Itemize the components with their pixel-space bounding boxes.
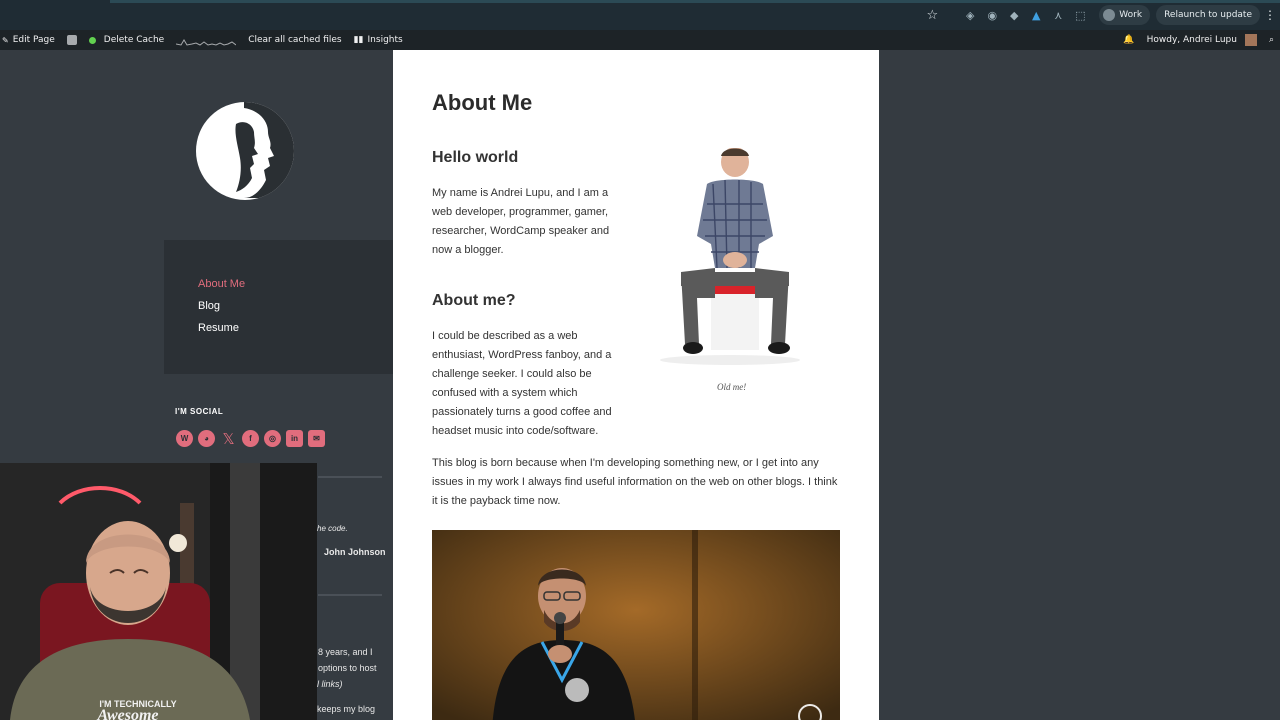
heading-about-me: About me? bbox=[432, 292, 516, 309]
delete-cache-link[interactable]: Delete Cache bbox=[83, 30, 170, 50]
toolbar-actions: ☆ ◈ ◉ ◆ ▲ ⋏ ⬚ Work Relaunch to update ⋮ bbox=[921, 0, 1280, 30]
cache-status-dot-icon bbox=[88, 36, 96, 44]
yoast-seo-menu[interactable] bbox=[61, 30, 83, 50]
sidebar-divider bbox=[318, 594, 382, 596]
insights-link[interactable]: ▮▮ Insights bbox=[348, 30, 409, 50]
pencil-icon: ✎ bbox=[2, 35, 9, 45]
image-caption: Old me! bbox=[717, 382, 747, 392]
wp-admin-bar: ✎ Edit Page Delete Cache Clear all cache… bbox=[0, 30, 1280, 50]
menu-item-about-me[interactable]: About Me bbox=[198, 278, 245, 290]
profile-label: Work bbox=[1119, 10, 1143, 20]
browser-toolbar: ☆ ◈ ◉ ◆ ▲ ⋏ ⬚ Work Relaunch to update ⋮ bbox=[0, 0, 1280, 30]
webcam-feed: I'M TECHNICALLY Awesome bbox=[0, 463, 317, 720]
performance-sparkline bbox=[170, 30, 242, 50]
profile-silhouette-logo-icon bbox=[235, 102, 294, 198]
bookmark-star-icon[interactable]: ☆ bbox=[921, 0, 943, 30]
extension-icon[interactable]: ◉ bbox=[981, 0, 1003, 30]
page-title: About Me bbox=[432, 90, 533, 115]
delete-cache-label: Delete Cache bbox=[103, 35, 165, 45]
sidebar-text-line: l links) bbox=[317, 679, 343, 689]
yoast-icon bbox=[66, 35, 77, 45]
edit-page-link[interactable]: ✎ Edit Page bbox=[0, 30, 61, 50]
edit-page-label: Edit Page bbox=[12, 35, 55, 45]
email-icon[interactable]: ✉ bbox=[308, 430, 325, 447]
search-icon[interactable]: ⌕ bbox=[1263, 30, 1280, 50]
bar-chart-icon: ▮▮ bbox=[353, 35, 364, 45]
relaunch-label: Relaunch to update bbox=[1164, 10, 1252, 20]
extension-icon[interactable]: ▲ bbox=[1025, 0, 1047, 30]
speaker-photo-image bbox=[432, 530, 840, 720]
testimonial-author: John Johnson bbox=[324, 547, 386, 557]
wordpress-icon[interactable]: W bbox=[176, 430, 193, 447]
webcam-overlay: I'M TECHNICALLY Awesome bbox=[0, 463, 317, 720]
speaker-photo-svg bbox=[432, 530, 840, 720]
sidebar-divider bbox=[318, 476, 382, 478]
notification-bell-icon[interactable]: 🔔 bbox=[1117, 30, 1140, 50]
sidebar-text-line: keeps my blog bbox=[317, 704, 376, 714]
browser-menu-icon[interactable]: ⋮ bbox=[1260, 8, 1280, 22]
avatar bbox=[1244, 34, 1257, 46]
social-widget-title: I'M SOCIAL bbox=[175, 407, 224, 416]
extension-icon[interactable]: ◈ bbox=[959, 0, 981, 30]
sparkline-icon bbox=[176, 39, 237, 46]
sidebar-text-line: options to host bbox=[318, 663, 377, 673]
instagram-icon[interactable]: ◎ bbox=[264, 430, 281, 447]
sidebar-text-line: 8 years, and I bbox=[318, 647, 373, 657]
social-links: W ◕ 𝕏 f ◎ in ✉ bbox=[176, 430, 325, 448]
testimonial-snippet: he code. bbox=[317, 524, 348, 533]
primary-menu: About Me Blog Resume bbox=[164, 240, 394, 374]
my-account-menu[interactable]: Howdy, Andrei Lupu bbox=[1141, 30, 1263, 50]
github-icon[interactable]: ◕ bbox=[198, 430, 215, 447]
heading-hello-world: Hello world bbox=[432, 149, 519, 166]
admin-bar-right: 🔔 Howdy, Andrei Lupu ⌕ bbox=[1117, 30, 1280, 50]
menu-item-resume[interactable]: Resume bbox=[198, 322, 239, 334]
clear-cache-link[interactable]: Clear all cached files bbox=[242, 30, 347, 50]
clear-cache-label: Clear all cached files bbox=[248, 35, 342, 45]
relaunch-button[interactable]: Relaunch to update bbox=[1156, 5, 1260, 25]
menu-item-blog[interactable]: Blog bbox=[198, 300, 220, 312]
howdy-label: Howdy, Andrei Lupu bbox=[1146, 35, 1237, 45]
paragraph-blog: This blog is born because when I'm devel… bbox=[432, 457, 838, 507]
profile-button[interactable]: Work bbox=[1099, 5, 1151, 25]
shirt-text: Awesome bbox=[96, 707, 158, 720]
x-twitter-icon[interactable]: 𝕏 bbox=[220, 430, 237, 448]
page-content: About Me Hello world My name is Andrei L… bbox=[393, 50, 879, 720]
old-photo-image bbox=[660, 148, 800, 365]
linkedin-icon[interactable]: in bbox=[286, 430, 303, 447]
site-logo[interactable] bbox=[196, 102, 294, 200]
paragraph-intro: My name is Andrei Lupu, and I am a web d… bbox=[432, 187, 610, 256]
extension-icon[interactable]: ⋏ bbox=[1047, 0, 1069, 30]
extensions-puzzle-icon[interactable]: ⬚ bbox=[1069, 0, 1091, 30]
extension-icon[interactable]: ◆ bbox=[1003, 0, 1025, 30]
profile-avatar bbox=[1103, 9, 1116, 21]
insights-label: Insights bbox=[367, 35, 403, 45]
facebook-icon[interactable]: f bbox=[242, 430, 259, 447]
paragraph-about: I could be described as a web enthusiast… bbox=[432, 330, 612, 437]
